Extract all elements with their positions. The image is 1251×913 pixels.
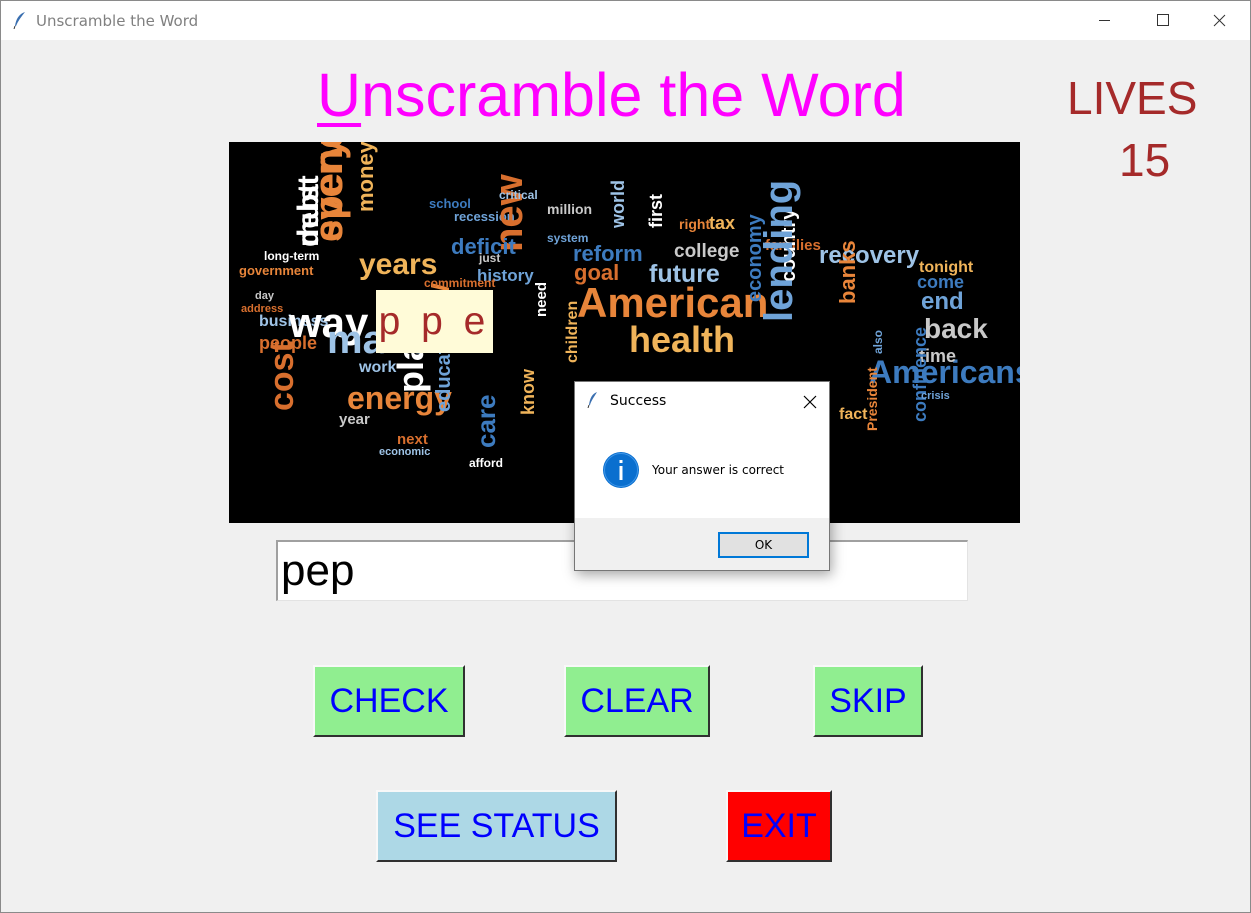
cloud-word: college [674,241,740,262]
lives-value: 15 [1119,134,1171,186]
check-button[interactable]: CHECK [313,665,465,737]
cloud-word: back [924,313,988,344]
clear-button[interactable]: CLEAR [564,665,710,737]
cloud-word: world [608,180,628,228]
feather-icon [13,12,25,29]
app-window: Unscramble the Word Unscramble the Word … [0,0,1251,913]
dialog-footer: OK [575,518,829,570]
info-icon [603,452,639,488]
dialog-close-button[interactable] [796,388,824,414]
cloud-word: cost [263,341,301,411]
cloud-word: million [547,201,593,217]
cloud-word: money [353,142,378,212]
cloud-word: American [577,279,769,326]
title-first-letter: U [317,61,362,129]
cloud-word: also [871,329,885,354]
maximize-button[interactable] [1133,1,1191,40]
cloud-word: first [646,193,666,228]
cloud-word: afford [469,456,503,470]
success-dialog: Success Your answer is correct OK [574,381,830,571]
cloud-word: next [397,431,428,448]
skip-button[interactable]: SKIP [813,665,923,737]
cloud-word: system [547,231,589,245]
maximize-icon [1157,14,1169,26]
close-button[interactable] [1191,1,1249,40]
cloud-word: need [533,281,550,317]
cloud-word: day [255,290,274,302]
lives-label: LIVES [1067,72,1198,124]
cloud-word: government [239,263,314,278]
close-icon [803,395,817,409]
cloud-word: commitment [424,276,496,290]
cloud-word: know [518,368,538,415]
dialog-message: Your answer is correct [652,463,785,477]
cloud-word: lending [757,179,801,322]
cloud-word: children [564,300,581,363]
dialog-title: Success [610,393,667,409]
scrambled-word: p p e [376,290,493,353]
cloud-word: fact [839,406,868,423]
minimize-button[interactable] [1075,1,1133,40]
cloud-word: economic [379,446,431,458]
title-bar[interactable]: Unscramble the Word [1,1,1250,40]
close-icon [1213,14,1226,27]
cloud-word: right [679,216,711,232]
cloud-word: recovery [819,242,920,269]
cloud-word: tax [709,213,736,233]
cloud-word: just [479,251,501,265]
game-title: Unscramble the Word [317,59,906,131]
minimize-icon [1099,20,1110,21]
exit-button[interactable]: EXIT [726,790,832,862]
cloud-word: year [339,411,370,428]
cloud-word: spend [307,142,351,242]
cloud-word: end [921,288,964,315]
feather-icon [587,392,597,408]
see-status-button[interactable]: SEE STATUS [376,790,617,862]
title-rest: nscramble the Word [361,61,906,129]
cloud-word: long-term [264,249,320,263]
cloud-word: confidence [910,326,930,422]
cloud-word: health [629,319,736,360]
cloud-word: crisis [921,390,950,402]
ok-button[interactable]: OK [718,532,809,558]
cloud-word: care [471,394,501,449]
cloud-word: critical [499,188,538,202]
cloud-word: banks [835,240,860,304]
window-title: Unscramble the Word [36,12,199,30]
